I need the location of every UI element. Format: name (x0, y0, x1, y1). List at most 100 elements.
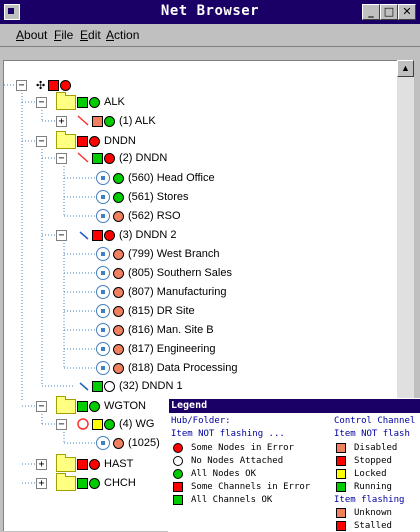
folder-label: DNDN (104, 135, 136, 147)
node-status-dot (113, 267, 124, 279)
folder-icon (56, 91, 76, 110)
node-label: (799) West Branch (128, 248, 220, 260)
folder-hast[interactable]: HAST (56, 453, 133, 473)
legend-item: Unknown (336, 507, 392, 518)
status-dot-icon (173, 455, 183, 466)
legend-item: No Nodes Attached (173, 455, 283, 466)
hub-alk-expander[interactable]: + (56, 116, 67, 127)
legend-left-subheader: Item NOT flashing ... (171, 428, 285, 439)
channel-status-square (77, 96, 88, 108)
node-807[interactable]: (807) Manufacturing (96, 283, 226, 301)
folder-chch-expander[interactable]: + (36, 478, 47, 489)
minimize-icon[interactable]: _ (362, 4, 380, 20)
node-560[interactable]: (560) Head Office (96, 169, 215, 187)
node-label: (818) Data Processing (128, 362, 238, 374)
node-icon (96, 342, 110, 356)
node-816[interactable]: (816) Man. Site B (96, 321, 214, 339)
channel-status-square (92, 418, 103, 430)
hub-3-expander[interactable]: − (56, 230, 67, 241)
title-bar: Net Browser _ □ ✕ (0, 0, 420, 24)
status-square-icon (336, 520, 346, 531)
legend-item: Stalled (336, 520, 392, 531)
hub-4-wgton[interactable]: (4) WG (76, 415, 154, 433)
menu-about[interactable]: About (16, 28, 47, 42)
node-label: (807) Manufacturing (128, 286, 227, 298)
node-icon (96, 171, 110, 185)
status-square-icon (336, 507, 346, 518)
node-label: (560) Head Office (128, 172, 215, 184)
node-818[interactable]: (818) Data Processing (96, 359, 237, 377)
folder-alk[interactable]: ALK (56, 91, 125, 111)
node-1025[interactable]: (1025) (96, 434, 160, 452)
folder-alk-expander[interactable]: − (36, 97, 47, 108)
node-label: (1025) (128, 437, 160, 449)
node-status-dot (113, 343, 124, 355)
network-root-icon: ✣ (36, 79, 46, 92)
folder-label: CHCH (104, 477, 136, 489)
node-label: (815) DR Site (128, 305, 195, 317)
node-status-dot (89, 400, 100, 412)
folder-dndn-expander[interactable]: − (36, 136, 47, 147)
node-805[interactable]: (805) Southern Sales (96, 264, 232, 282)
hub-3-dndn-2[interactable]: (3) DNDN 2 (76, 226, 176, 244)
node-status-dot (104, 418, 115, 430)
root-expander[interactable]: − (16, 80, 27, 91)
maximize-icon[interactable]: □ (380, 4, 398, 20)
menu-edit[interactable]: Edit (80, 28, 101, 42)
hub-2-expander[interactable]: − (56, 153, 67, 164)
node-icon (96, 285, 110, 299)
node-status-dot (104, 115, 115, 127)
legend-item: All Nodes OK (173, 468, 256, 479)
node-icon (96, 209, 110, 223)
close-icon[interactable]: ✕ (398, 4, 416, 20)
folder-hast-expander[interactable]: + (36, 459, 47, 470)
folder-icon (56, 472, 76, 491)
link-arrow-icon (77, 152, 89, 163)
status-square-icon (336, 481, 346, 492)
node-label: (805) Southern Sales (128, 267, 232, 279)
status-square-icon (336, 442, 346, 453)
channel-status-square (92, 152, 103, 164)
node-799[interactable]: (799) West Branch (96, 245, 220, 263)
node-status-dot (104, 229, 115, 241)
folder-dndn[interactable]: DNDN (56, 130, 136, 150)
node-status-dot (113, 191, 124, 203)
status-square-icon (336, 455, 346, 466)
node-status-dot (113, 286, 124, 298)
folder-icon (56, 130, 76, 149)
channel-status-square (92, 115, 103, 127)
node-icon (96, 361, 110, 375)
channel-status-square (77, 400, 88, 412)
status-square-icon (173, 494, 183, 505)
hub-1-alk[interactable]: (1) ALK (76, 112, 156, 130)
folder-wgton-expander[interactable]: − (36, 401, 47, 412)
node-status-dot (113, 172, 124, 184)
channel-status-square (77, 477, 88, 489)
node-562[interactable]: (562) RSO (96, 207, 181, 225)
scroll-up-icon[interactable]: ▲ (397, 60, 414, 77)
status-dot-icon (173, 442, 183, 453)
channel-status-square (77, 135, 88, 147)
node-label: (817) Engineering (128, 343, 216, 355)
window-title: Net Browser (160, 3, 260, 19)
folder-icon (56, 395, 76, 414)
channel-status-square (77, 458, 88, 470)
menu-file[interactable]: File (54, 28, 73, 42)
node-815[interactable]: (815) DR Site (96, 302, 195, 320)
folder-chch[interactable]: CHCH (56, 472, 136, 492)
hub-32-dndn-1[interactable]: (32) DNDN 1 (76, 377, 183, 395)
legend-window[interactable]: Legend Hub/Folder: Item NOT flashing ...… (168, 398, 420, 532)
hub-4-expander[interactable]: − (56, 419, 67, 430)
node-icon (96, 323, 110, 337)
hub-2-dndn[interactable]: (2) DNDN (76, 149, 167, 167)
legend-item: Running (336, 481, 392, 492)
legend-item: Disabled (336, 442, 397, 453)
menu-action[interactable]: Action (106, 28, 139, 42)
folder-wgton[interactable]: WGTON (56, 395, 146, 415)
node-561[interactable]: (561) Stores (96, 188, 189, 206)
legend-right-subheader: Item NOT flash (334, 428, 410, 439)
legend-left-header: Hub/Folder: (171, 415, 231, 426)
node-status-dot (89, 96, 100, 108)
node-status-dot (104, 380, 115, 392)
node-817[interactable]: (817) Engineering (96, 340, 215, 358)
